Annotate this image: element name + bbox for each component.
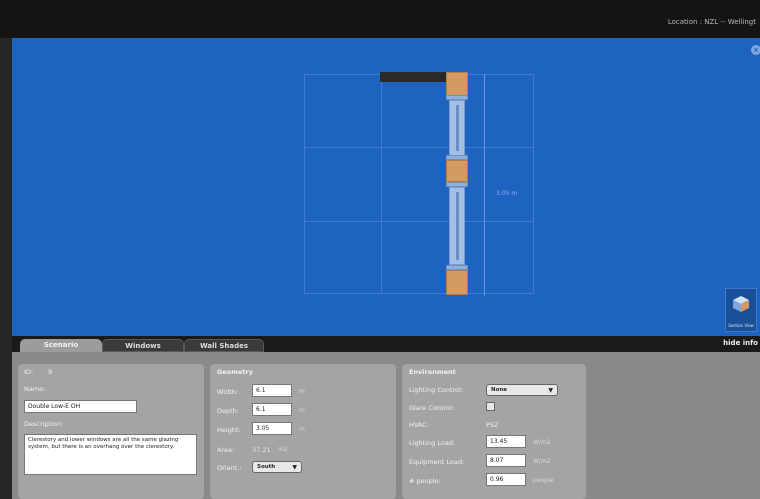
chevron-down-icon: ▼ <box>292 464 297 471</box>
close-icon[interactable]: × <box>751 45 760 55</box>
lighting-load-label: Lighting Load: <box>409 439 456 447</box>
height-unit: m <box>299 426 305 433</box>
height-dimension-line <box>484 74 489 296</box>
height-label: Height: <box>217 426 241 434</box>
wall-top-segment <box>446 72 468 96</box>
hide-info-link[interactable]: hide info <box>723 339 758 347</box>
section-view-button[interactable]: Section View <box>725 288 757 332</box>
lighting-load-input[interactable]: 13.45 <box>486 435 526 448</box>
lighting-control-label: Lighting Control: <box>409 386 464 394</box>
info-panel: ID: 9 Name: Double Low-E OH Description:… <box>12 352 760 499</box>
top-bar: Location : NZL -- Wellingt <box>0 0 760 38</box>
equipment-load-label: Equipment Load: <box>409 458 465 466</box>
name-label: Name: <box>24 385 46 393</box>
environment-box: Environment Lighting Control: None ▼ Gla… <box>402 364 586 499</box>
equipment-load-input[interactable]: 8.07 <box>486 454 526 467</box>
depth-label: Depth: <box>217 407 239 415</box>
tab-bar: Scenario Windows Wall Shades hide info <box>12 336 760 352</box>
orientation-dropdown[interactable]: South ▼ <box>252 461 302 473</box>
people-label: # people: <box>409 477 441 485</box>
people-input[interactable]: 0.96 <box>486 473 526 486</box>
depth-input[interactable]: 6.1 <box>252 403 292 416</box>
orientation-value: South <box>257 464 276 470</box>
width-unit: m <box>299 388 305 395</box>
width-input[interactable]: 6.1 <box>252 384 292 397</box>
height-input[interactable]: 3.05 <box>252 422 292 435</box>
orient-label: Orient.: <box>217 464 242 472</box>
wall-middle-segment <box>446 160 468 182</box>
location-label[interactable]: Location : NZL -- Wellingt <box>668 18 756 26</box>
cube-icon <box>733 296 749 312</box>
hvac-label: HVAC: <box>409 421 429 429</box>
chevron-down-icon: ▼ <box>548 387 553 394</box>
overhang-shade <box>380 72 446 82</box>
lighting-load-unit: W/m2 <box>533 439 551 446</box>
area-label: Area: <box>217 446 235 454</box>
lighting-control-value: None <box>491 387 508 393</box>
height-dimension-label: 3.05 m <box>496 190 518 197</box>
id-value: 9 <box>48 368 53 376</box>
lower-window <box>449 187 465 265</box>
section-viewport[interactable]: 3.05 m × Section View <box>12 38 760 336</box>
people-unit: people <box>533 477 554 484</box>
description-label: Description: <box>24 420 64 428</box>
area-value: 37.21 <box>252 446 271 454</box>
geometry-heading: Geometry <box>217 368 253 376</box>
hvac-value: PSZ <box>486 421 499 429</box>
glare-control-label: Glare Control: <box>409 404 455 412</box>
environment-heading: Environment <box>409 368 456 376</box>
area-unit: m2 <box>278 446 288 453</box>
equipment-load-unit: W/m2 <box>533 458 551 465</box>
depth-unit: m <box>299 407 305 414</box>
tab-windows[interactable]: Windows <box>102 339 184 352</box>
tab-scenario[interactable]: Scenario <box>20 339 102 352</box>
wall-bottom-segment <box>446 270 468 295</box>
geometry-box: Geometry Width: 6.1 m Depth: 6.1 m Heigh… <box>210 364 396 499</box>
width-label: Width: <box>217 388 239 396</box>
glare-control-checkbox[interactable] <box>486 402 495 411</box>
name-field[interactable]: Double Low-E OH <box>24 400 137 413</box>
clerestory-window <box>449 100 465 156</box>
description-field[interactable]: Clerestory and lower windows are all the… <box>24 434 197 475</box>
tab-wall-shades[interactable]: Wall Shades <box>184 339 264 352</box>
room-grid <box>304 74 534 294</box>
lighting-control-dropdown[interactable]: None ▼ <box>486 384 558 396</box>
id-label: ID: <box>24 368 34 376</box>
scenario-box: ID: 9 Name: Double Low-E OH Description:… <box>18 364 204 499</box>
section-view-label: Section View <box>728 323 754 328</box>
